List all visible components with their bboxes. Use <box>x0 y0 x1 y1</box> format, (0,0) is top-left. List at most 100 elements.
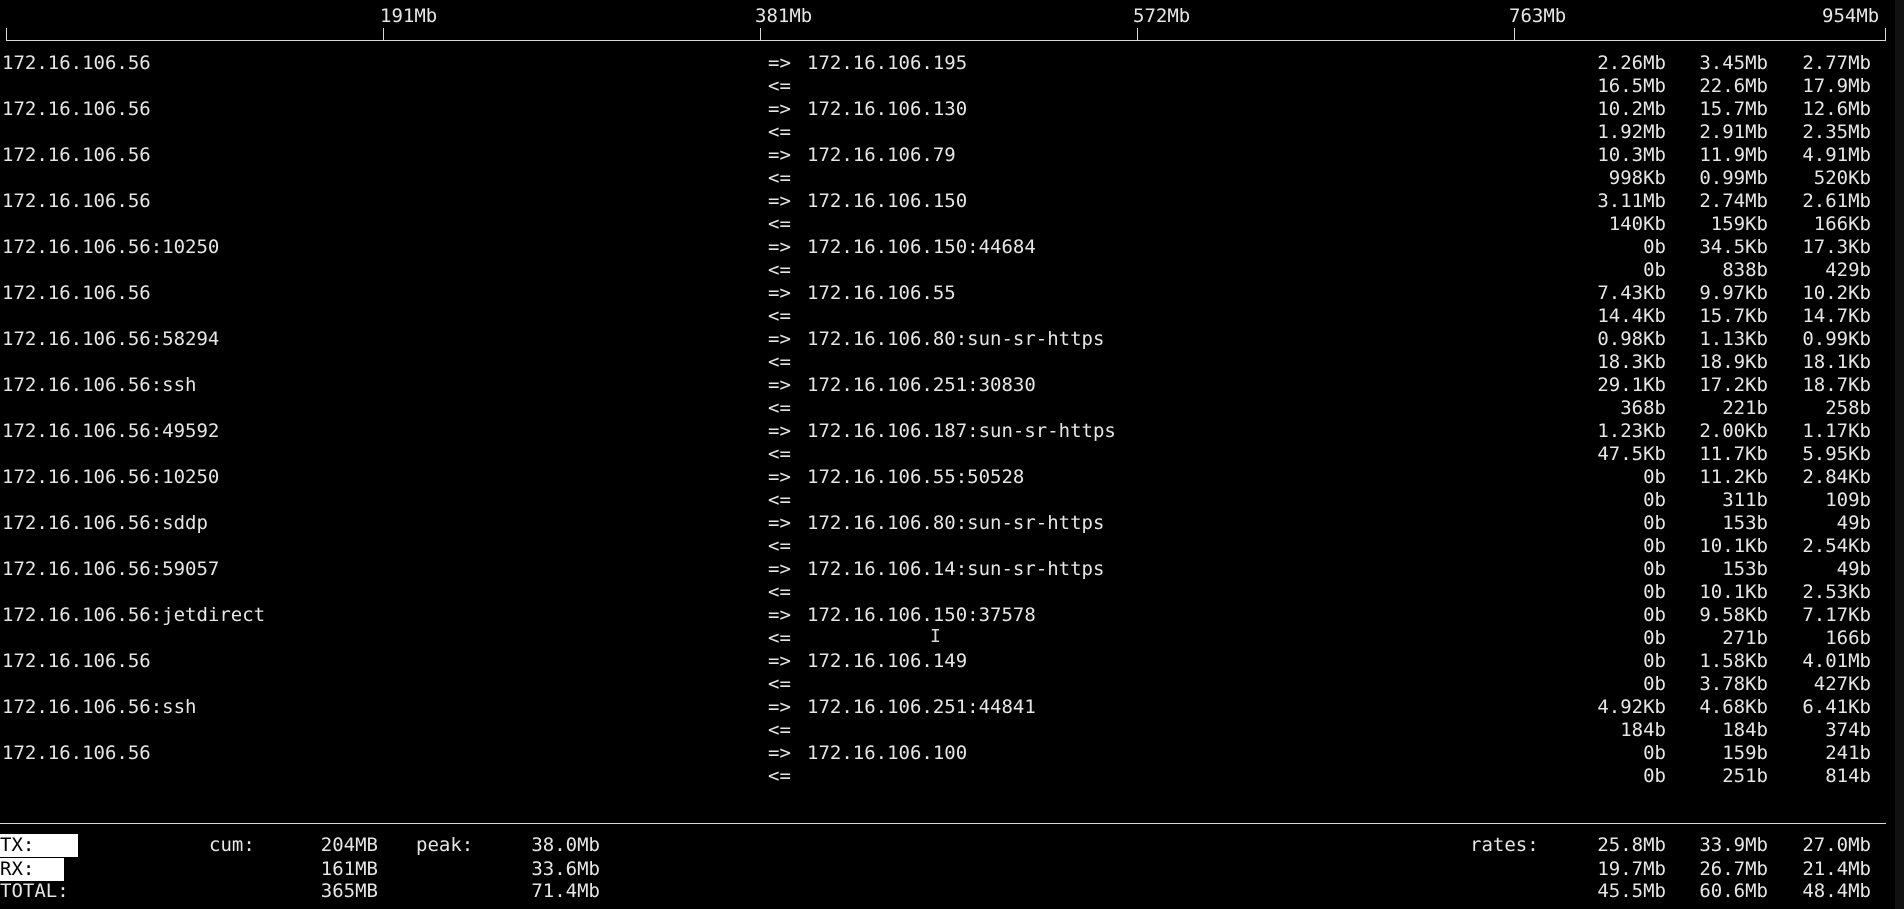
rx-rate: 2.53Kb <box>1802 581 1871 603</box>
rx-rate-2s: 19.7Mb <box>1597 858 1666 880</box>
destination-host: 172.16.106.55 <box>807 282 956 304</box>
scale-tick <box>1885 28 1886 41</box>
scale-label: 191Mb <box>380 5 438 27</box>
source-host: 172.16.106.56:49592 <box>2 420 220 442</box>
rx-rate: 251b <box>1722 765 1768 787</box>
total-rate-2s: 45.5Mb <box>1597 880 1666 902</box>
destination-host: 172.16.106.80:sun-sr-https <box>807 328 1105 350</box>
rx-rate-10s: 26.7Mb <box>1699 858 1768 880</box>
rx-rate: 184b <box>1722 719 1768 741</box>
source-host: 172.16.106.56:10250 <box>2 466 220 488</box>
destination-host: 172.16.106.14:sun-sr-https <box>807 558 1105 580</box>
rx-rate: 166b <box>1825 627 1871 649</box>
scale-tick <box>1137 28 1138 41</box>
source-host: 172.16.106.56 <box>2 190 151 212</box>
source-host: 172.16.106.56 <box>2 650 151 672</box>
rx-rate: 18.3Kb <box>1597 351 1666 373</box>
destination-host: 172.16.106.150 <box>807 190 968 212</box>
scale-axis-line <box>6 40 1886 41</box>
rx-rate: 14.7Kb <box>1802 305 1871 327</box>
rx-rate: 22.6Mb <box>1699 75 1768 97</box>
tx-peak-value: 38.0Mb <box>531 834 600 856</box>
tx-rate: 2.00Kb <box>1699 420 1768 442</box>
vertical-scrollbar[interactable] <box>1895 0 1904 909</box>
source-host: 172.16.106.56 <box>2 98 151 120</box>
tx-rate: 0b <box>1643 512 1666 534</box>
tx-rate: 3.45Mb <box>1699 52 1768 74</box>
tx-rate: 0.99Kb <box>1802 328 1871 350</box>
destination-host: 172.16.106.130 <box>807 98 968 120</box>
rx-rate: 271b <box>1722 627 1768 649</box>
rx-rate: 427Kb <box>1813 673 1871 695</box>
footer-separator <box>0 823 1886 824</box>
source-host: 172.16.106.56 <box>2 282 151 304</box>
rx-rate: 0.99Mb <box>1699 167 1768 189</box>
rx-rate: 2.35Mb <box>1802 121 1871 143</box>
destination-host: 172.16.106.150:37578 <box>807 604 1036 626</box>
rx-rate: 15.7Kb <box>1699 305 1768 327</box>
tx-rate: 7.43Kb <box>1597 282 1666 304</box>
rx-rate: 2.54Kb <box>1802 535 1871 557</box>
tx-rate: 17.2Kb <box>1699 374 1768 396</box>
peak-label: peak: <box>416 834 474 856</box>
tx-rate: 0.98Kb <box>1597 328 1666 350</box>
rx-rate: 17.9Mb <box>1802 75 1871 97</box>
tx-rate: 241b <box>1825 742 1871 764</box>
rx-rate: 838b <box>1722 259 1768 281</box>
source-host: 172.16.106.56 <box>2 144 151 166</box>
scale-tick <box>760 28 761 41</box>
inbound-arrow: <= <box>768 673 791 695</box>
rx-rate: 18.1Kb <box>1802 351 1871 373</box>
rx-rate: 368b <box>1620 397 1666 419</box>
destination-host: 172.16.106.251:44841 <box>807 696 1036 718</box>
tx-rate-2s: 25.8Mb <box>1597 834 1666 856</box>
source-host: 172.16.106.56:10250 <box>2 236 220 258</box>
rx-rate: 374b <box>1825 719 1871 741</box>
tx-rate: 10.3Mb <box>1597 144 1666 166</box>
rx-rate: 221b <box>1722 397 1768 419</box>
outbound-arrow: => <box>768 420 791 442</box>
rx-rate: 0b <box>1643 627 1666 649</box>
inbound-arrow: <= <box>768 397 791 419</box>
destination-host: 172.16.106.187:sun-sr-https <box>807 420 1116 442</box>
tx-rate: 4.91Mb <box>1802 144 1871 166</box>
rx-label: RX: <box>0 858 64 881</box>
tx-rate: 12.6Mb <box>1802 98 1871 120</box>
tx-rate: 1.13Kb <box>1699 328 1768 350</box>
rx-rate: 14.4Kb <box>1597 305 1666 327</box>
tx-rate: 34.5Kb <box>1699 236 1768 258</box>
rx-rate: 1.92Mb <box>1597 121 1666 143</box>
tx-rate: 6.41Kb <box>1802 696 1871 718</box>
tx-rate: 4.01Mb <box>1802 650 1871 672</box>
tx-rate: 153b <box>1722 512 1768 534</box>
source-host: 172.16.106.56:58294 <box>2 328 220 350</box>
outbound-arrow: => <box>768 650 791 672</box>
rx-rate: 18.9Kb <box>1699 351 1768 373</box>
tx-label: TX: <box>0 834 78 857</box>
inbound-arrow: <= <box>768 581 791 603</box>
rx-rate: 16.5Mb <box>1597 75 1666 97</box>
tx-rate-10s: 33.9Mb <box>1699 834 1768 856</box>
text-cursor-icon: I <box>930 626 941 647</box>
rx-rate: 159Kb <box>1710 213 1768 235</box>
total-cum-value: 365MB <box>320 880 378 902</box>
rx-rate-40s: 21.4Mb <box>1802 858 1871 880</box>
tx-rate: 2.61Mb <box>1802 190 1871 212</box>
outbound-arrow: => <box>768 98 791 120</box>
inbound-arrow: <= <box>768 351 791 373</box>
rx-rate: 166Kb <box>1813 213 1871 235</box>
rx-cum-value: 161MB <box>320 858 378 880</box>
rx-rate: 47.5Kb <box>1597 443 1666 465</box>
inbound-arrow: <= <box>768 627 791 649</box>
inbound-arrow: <= <box>768 719 791 741</box>
scale-tick <box>1514 28 1515 41</box>
rx-rate: 429b <box>1825 259 1871 281</box>
tx-rate: 2.26Mb <box>1597 52 1666 74</box>
tx-rate: 2.74Mb <box>1699 190 1768 212</box>
rx-rate: 109b <box>1825 489 1871 511</box>
tx-cum-value: 204MB <box>320 834 378 856</box>
tx-rate: 2.84Kb <box>1802 466 1871 488</box>
outbound-arrow: => <box>768 236 791 258</box>
rx-rate: 520Kb <box>1813 167 1871 189</box>
rx-peak-value: 33.6Mb <box>531 858 600 880</box>
